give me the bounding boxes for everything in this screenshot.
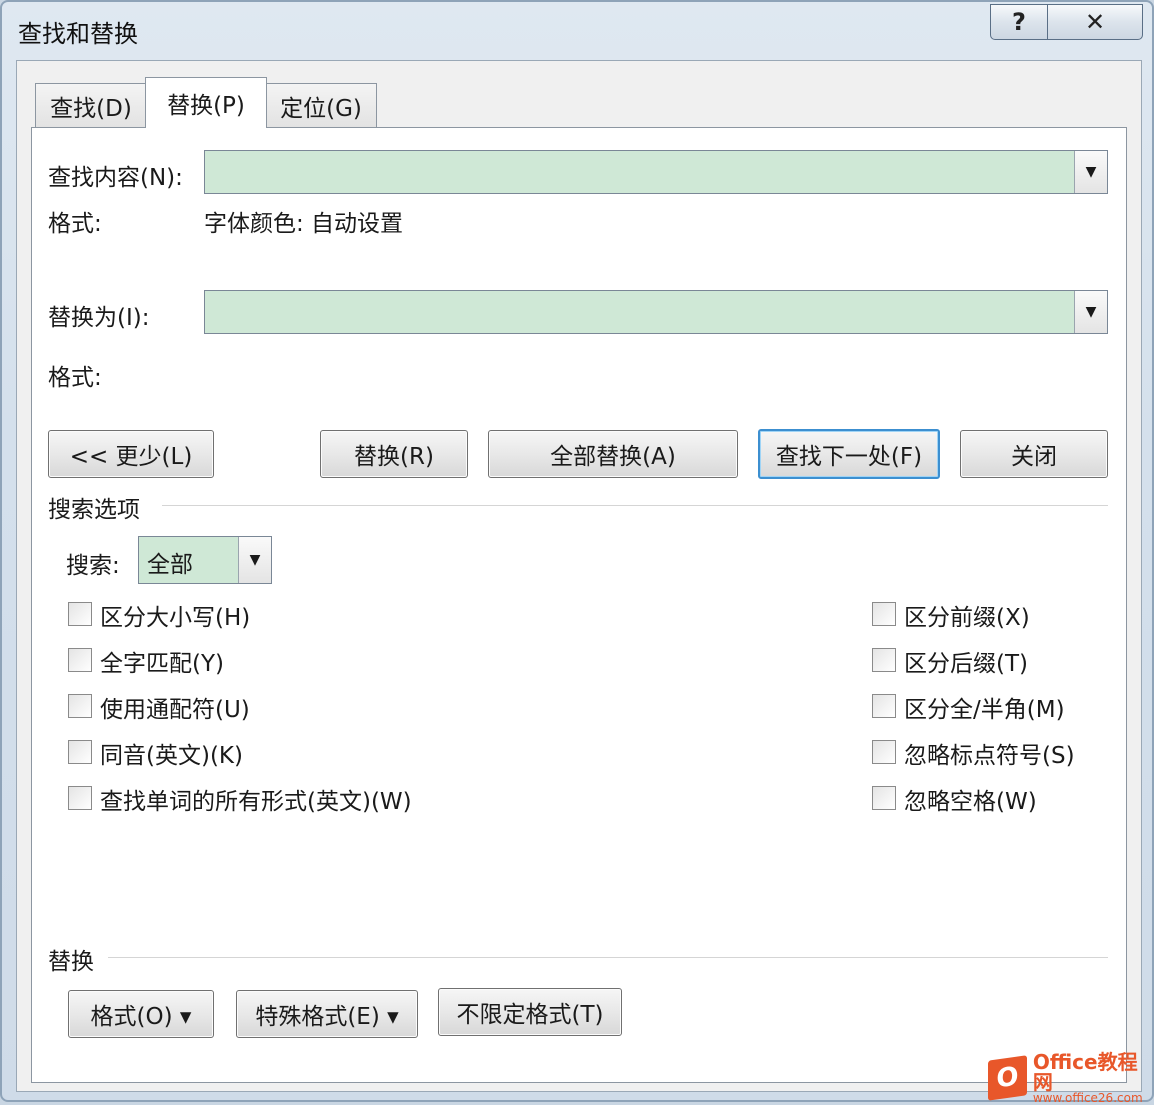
match-case-label: 区分大小写(H) [100, 605, 251, 631]
sounds-like-label: 同音(英文)(K) [100, 743, 243, 769]
match-prefix-label: 区分前缀(X) [904, 605, 1030, 631]
office-logo-icon: O [988, 1055, 1027, 1101]
replace-section-heading: 替换 [48, 949, 94, 975]
match-suffix-checkbox[interactable] [872, 648, 896, 672]
format-menu-button[interactable]: 格式(O) ▾ [68, 990, 214, 1038]
close-window-button[interactable]: ✕ [1047, 4, 1143, 40]
watermark-text: Office教程网 www.office26.com [1033, 1052, 1154, 1104]
no-formatting-button[interactable]: 不限定格式(T) [438, 988, 622, 1036]
ignore-punctuation-checkbox[interactable] [872, 740, 896, 764]
whole-word-checkbox[interactable] [68, 648, 92, 672]
match-suffix-label: 区分后缀(T) [904, 651, 1028, 677]
replace-section-divider [108, 957, 1108, 958]
dialog-title: 查找和替换 [18, 20, 138, 48]
find-what-dropdown-arrow-icon[interactable]: ▼ [1074, 151, 1107, 193]
find-format-value: 字体颜色: 自动设置 [204, 211, 404, 237]
wildcards-label: 使用通配符(U) [100, 697, 250, 723]
find-what-combobox[interactable]: ▼ [204, 150, 1108, 194]
find-next-button[interactable]: 查找下一处(F) [758, 429, 940, 479]
match-case-checkbox[interactable] [68, 602, 92, 626]
match-prefix-checkbox[interactable] [872, 602, 896, 626]
match-width-label: 区分全/半角(M) [904, 697, 1065, 723]
search-options-divider [162, 505, 1108, 506]
replace-with-label: 替换为(I): [48, 305, 150, 331]
find-what-label: 查找内容(N): [48, 165, 183, 191]
replace-tab-panel: 查找内容(N): ▼ 格式: 字体颜色: 自动设置 替换为(I): ▼ 格式: … [31, 127, 1127, 1083]
watermark-site-name: Office教程网 [1032, 1050, 1138, 1094]
close-button[interactable]: 关闭 [960, 430, 1108, 478]
replace-with-combobox[interactable]: ▼ [204, 290, 1108, 334]
less-options-button[interactable]: << 更少(L) [48, 430, 214, 478]
all-word-forms-label: 查找单词的所有形式(英文)(W) [100, 789, 412, 815]
search-direction-dropdown-arrow-icon[interactable]: ▼ [238, 537, 271, 583]
special-format-menu-button[interactable]: 特殊格式(E) ▾ [236, 990, 418, 1038]
search-direction-select[interactable]: 全部 ▼ [138, 536, 272, 584]
dialog-window: 查找和替换 ? ✕ 查找(D) 替换(P) 定位(G) 查找内容(N): ▼ 格… [0, 0, 1154, 1102]
dialog-client-area: 查找(D) 替换(P) 定位(G) 查找内容(N): ▼ 格式: 字体颜色: 自… [16, 60, 1142, 1092]
site-watermark: O Office教程网 www.office26.com [988, 1052, 1154, 1104]
all-word-forms-checkbox[interactable] [68, 786, 92, 810]
search-options-heading: 搜索选项 [48, 497, 140, 523]
ignore-punctuation-label: 忽略标点符号(S) [904, 743, 1075, 769]
whole-word-label: 全字匹配(Y) [100, 651, 224, 677]
wildcards-checkbox[interactable] [68, 694, 92, 718]
tab-goto[interactable]: 定位(G) [265, 83, 377, 128]
replace-format-label: 格式: [48, 365, 102, 391]
tab-find[interactable]: 查找(D) [35, 83, 147, 128]
replace-all-button[interactable]: 全部替换(A) [488, 430, 738, 478]
match-width-checkbox[interactable] [872, 694, 896, 718]
ignore-whitespace-checkbox[interactable] [872, 786, 896, 810]
search-direction-label: 搜索: [66, 553, 120, 579]
search-direction-value: 全部 [147, 552, 193, 578]
help-button[interactable]: ? [990, 4, 1048, 40]
replace-button[interactable]: 替换(R) [320, 430, 468, 478]
sounds-like-checkbox[interactable] [68, 740, 92, 764]
tab-replace[interactable]: 替换(P) [145, 77, 267, 128]
replace-with-dropdown-arrow-icon[interactable]: ▼ [1074, 291, 1107, 333]
find-format-label: 格式: [48, 211, 102, 237]
watermark-url: www.office26.com [1032, 1091, 1143, 1105]
ignore-whitespace-label: 忽略空格(W) [904, 789, 1037, 815]
